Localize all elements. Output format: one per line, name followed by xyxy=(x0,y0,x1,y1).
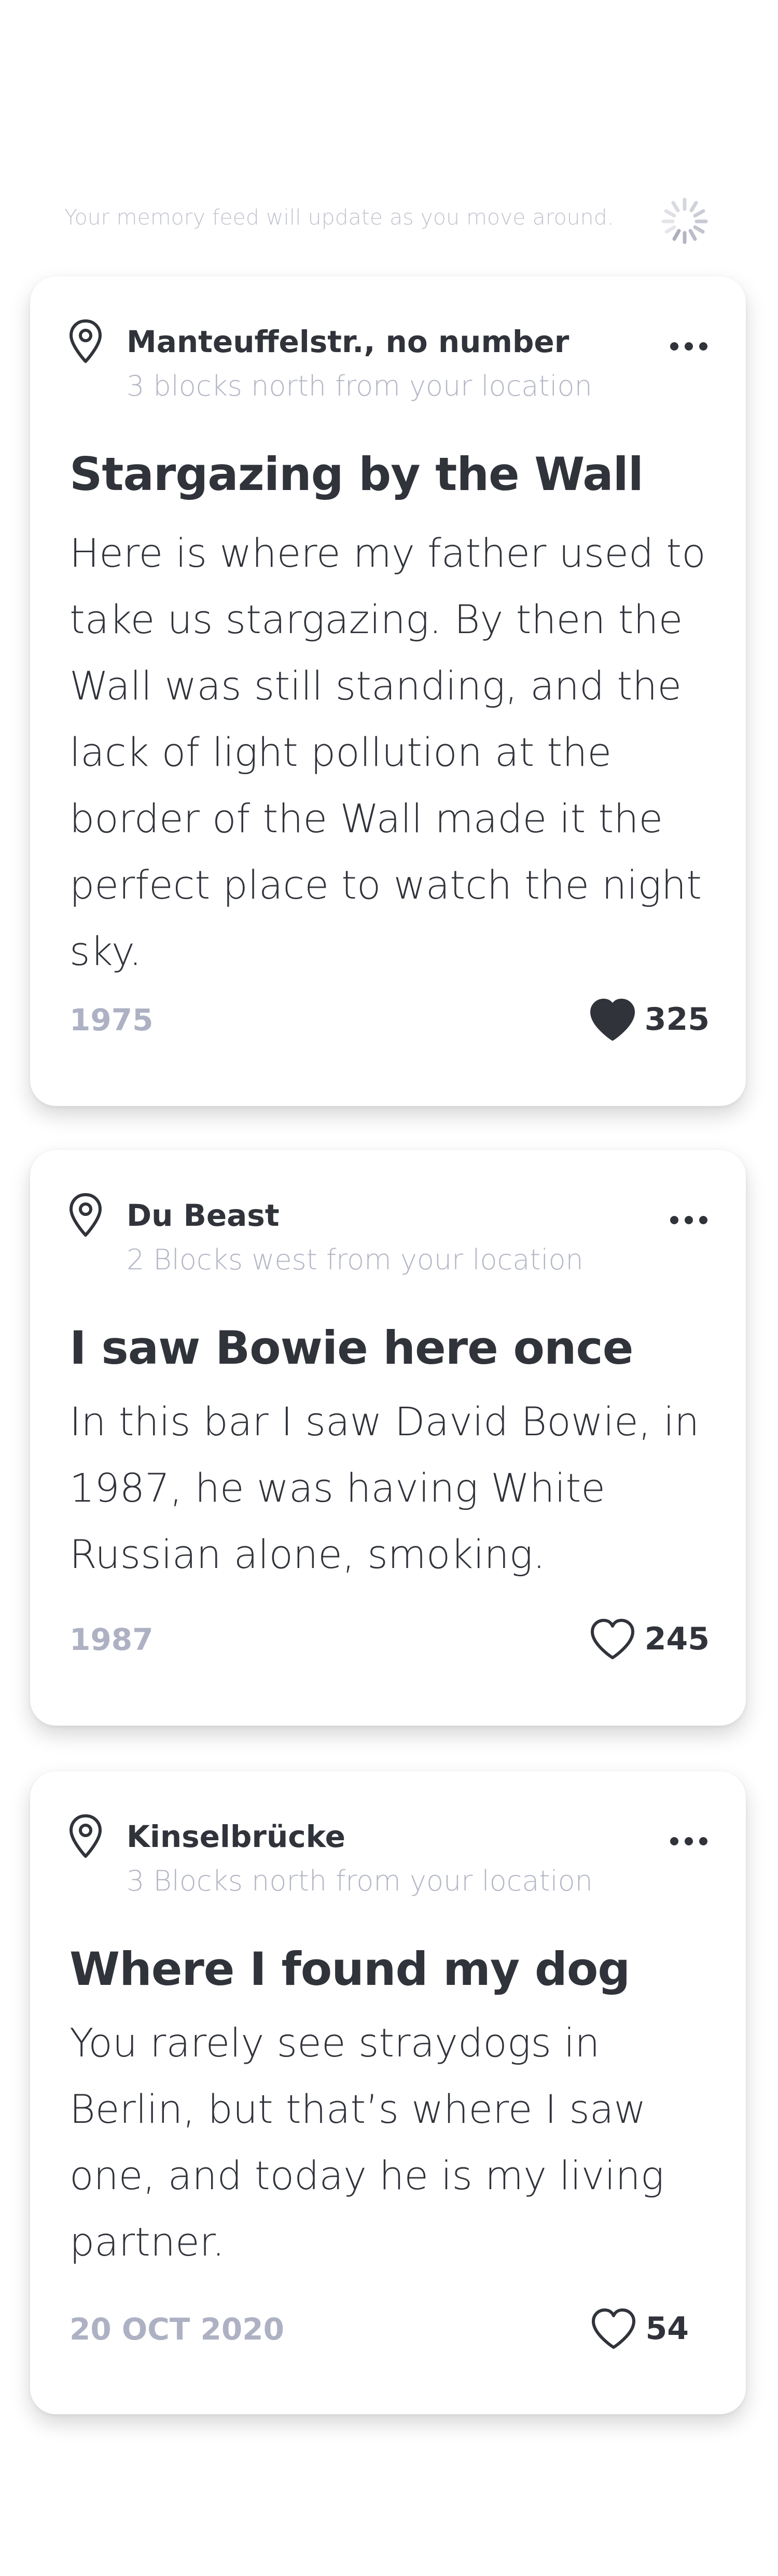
location-name: Manteuffelstr., no number xyxy=(127,324,569,359)
more-options-icon[interactable] xyxy=(668,1833,710,1849)
memory-card[interactable]: Kinselbrücke 3 Blocks north from your lo… xyxy=(30,1771,746,2414)
memory-title: Stargazing by the Wall xyxy=(70,447,644,501)
more-options-icon[interactable] xyxy=(668,339,710,354)
heart-outline-icon xyxy=(591,2308,635,2349)
memory-date: 1987 xyxy=(70,1622,154,1657)
heart-filled-icon xyxy=(590,999,635,1041)
location-distance: 3 blocks north from your location xyxy=(127,370,592,402)
more-options-icon[interactable] xyxy=(668,1212,710,1228)
memory-date: 1975 xyxy=(70,1002,154,1038)
location-pin-icon xyxy=(70,1814,102,1858)
memory-body: You rarely see straydogs in Berlin, but … xyxy=(70,2020,664,2265)
memory-date: 20 OCT 2020 xyxy=(70,2312,284,2347)
memory-body: Here is where my father used to take us … xyxy=(70,530,706,974)
location-name: Du Beast xyxy=(127,1198,280,1233)
like-button[interactable]: 54 xyxy=(590,2300,689,2357)
feed-status-bar: Your memory feed will update as you move… xyxy=(0,194,778,246)
memory-title: Where I found my dog xyxy=(70,1942,630,1996)
like-button[interactable]: 325 xyxy=(589,991,710,1048)
location-pin-icon xyxy=(70,1193,102,1237)
feed-status-text: Your memory feed will update as you move… xyxy=(64,205,614,230)
location-name: Kinselbrücke xyxy=(127,1819,346,1854)
memory-card[interactable]: Du Beast 2 Blocks west from your locatio… xyxy=(30,1150,746,1726)
memory-body: In this bar I saw David Bowie, in 1987, … xyxy=(70,1398,700,1577)
like-count: 54 xyxy=(645,2311,689,2347)
location-distance: 3 Blocks north from your location xyxy=(127,1865,593,1897)
memory-card[interactable]: Manteuffelstr., no number 3 blocks north… xyxy=(30,276,746,1106)
location-pin-icon xyxy=(70,319,102,363)
like-count: 325 xyxy=(644,1001,710,1038)
memory-title: I saw Bowie here once xyxy=(70,1321,633,1375)
location-distance: 2 Blocks west from your location xyxy=(127,1243,584,1276)
like-count: 245 xyxy=(644,1621,710,1657)
like-button[interactable]: 245 xyxy=(589,1611,710,1668)
heart-outline-icon xyxy=(590,1619,634,1659)
loading-spinner-icon xyxy=(661,198,708,244)
